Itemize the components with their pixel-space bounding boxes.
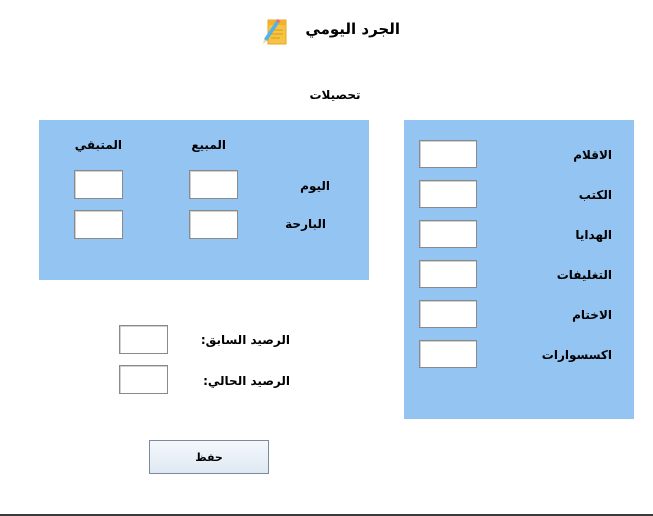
sold-column-label: المبيع xyxy=(191,138,226,152)
gifts-field[interactable] xyxy=(419,220,477,248)
collections-title: تحصيلات xyxy=(309,88,361,102)
wrappings-field[interactable] xyxy=(419,260,477,288)
remaining-column-label: المتبقي xyxy=(74,138,122,152)
yesterday-row-label: البارحة xyxy=(285,217,326,231)
yesterday-sold-field[interactable] xyxy=(189,210,238,239)
accessories-label: اكسسوارات xyxy=(541,348,612,362)
today-remaining-field[interactable] xyxy=(74,170,123,199)
save-button[interactable]: حفظ xyxy=(149,440,269,474)
gifts-label: الهدايا xyxy=(575,228,612,242)
wrappings-label: التغليفات xyxy=(556,268,612,282)
current-balance-label: الرصيد الحالي: xyxy=(203,374,290,388)
previous-balance-label: الرصيد السابق: xyxy=(200,333,290,347)
stamps-label: الاختام xyxy=(572,308,612,322)
pens-label: الاقلام xyxy=(573,148,612,162)
previous-balance-field[interactable] xyxy=(119,325,168,354)
accessories-field[interactable] xyxy=(419,340,477,368)
books-field[interactable] xyxy=(419,180,477,208)
pens-field[interactable] xyxy=(419,140,477,168)
stamps-field[interactable] xyxy=(419,300,477,328)
today-row-label: اليوم xyxy=(300,179,330,193)
notepad-pencil-icon xyxy=(262,15,290,47)
window-title: الجرد اليومي xyxy=(305,20,400,38)
today-sold-field[interactable] xyxy=(189,170,238,199)
books-label: الكتب xyxy=(578,188,612,202)
current-balance-field[interactable] xyxy=(119,365,168,394)
yesterday-remaining-field[interactable] xyxy=(74,210,123,239)
